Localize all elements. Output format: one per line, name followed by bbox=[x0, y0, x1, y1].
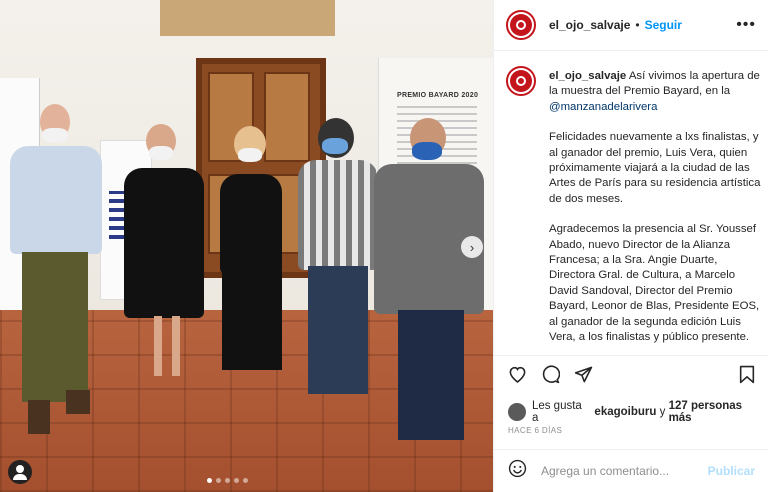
more-options-button[interactable]: ••• bbox=[736, 16, 756, 34]
comment-icon[interactable] bbox=[541, 364, 561, 387]
carousel-dots bbox=[207, 478, 248, 483]
share-icon[interactable] bbox=[574, 365, 593, 387]
post-sidebar: el_ojo_salvaje • Seguir ••• el_ojo_salva… bbox=[493, 0, 768, 492]
bookmark-icon[interactable] bbox=[739, 365, 755, 387]
person-1 bbox=[4, 100, 108, 440]
photo-beam bbox=[160, 0, 335, 36]
post-timestamp[interactable]: HACE 6 DÍAS bbox=[508, 426, 562, 435]
publish-button[interactable]: Publicar bbox=[708, 464, 755, 478]
avatar[interactable] bbox=[506, 10, 536, 40]
likes-summary: Les gusta a ekagoiburu y 127 personas má… bbox=[508, 400, 768, 424]
exhibition-panel-title: PREMIO BAYARD 2020 bbox=[397, 92, 479, 99]
carousel-dot[interactable] bbox=[234, 478, 239, 483]
comment-bar: Agrega un comentario... Publicar bbox=[494, 449, 768, 492]
caption-paragraph-3: Agradecemos la presencia al Sr. Youssef … bbox=[549, 223, 760, 344]
post-actions bbox=[494, 355, 768, 395]
heart-icon[interactable] bbox=[508, 365, 527, 386]
carousel-dot[interactable] bbox=[225, 478, 230, 483]
separator: • bbox=[635, 18, 640, 32]
chevron-right-icon: › bbox=[469, 239, 475, 255]
caption-username[interactable]: el_ojo_salvaje bbox=[549, 70, 626, 82]
carousel-dot[interactable] bbox=[207, 478, 212, 483]
next-photo-button[interactable]: › bbox=[461, 236, 483, 258]
likes-prefix: Les gusta a bbox=[531, 400, 582, 424]
liker-avatar[interactable] bbox=[508, 403, 526, 421]
caption-paragraph-2: Felicidades nuevamente a lxs finalistas,… bbox=[549, 131, 761, 205]
person-2 bbox=[120, 120, 210, 410]
post-header: el_ojo_salvaje • Seguir ••• bbox=[494, 0, 768, 51]
likes-conjunction: y bbox=[659, 406, 666, 418]
comment-input[interactable]: Agrega un comentario... bbox=[541, 464, 669, 478]
caption-mention[interactable]: @manzanadelarivera bbox=[549, 101, 657, 113]
person-4 bbox=[294, 116, 380, 398]
likes-count[interactable]: 127 personas más bbox=[669, 400, 768, 424]
emoji-icon[interactable] bbox=[508, 459, 527, 483]
user-tag-icon[interactable] bbox=[8, 460, 32, 484]
caption-avatar[interactable] bbox=[506, 66, 536, 96]
post-username[interactable]: el_ojo_salvaje bbox=[549, 18, 630, 32]
carousel-dot[interactable] bbox=[243, 478, 248, 483]
person-3 bbox=[212, 122, 292, 400]
liker-username[interactable]: ekagoiburu bbox=[594, 406, 656, 418]
caption-text: el_ojo_salvaje Así vivimos la apertura d… bbox=[549, 69, 761, 361]
person-5 bbox=[372, 116, 488, 456]
post-photo[interactable]: PREMIO BAYARD 2020 › bbox=[0, 0, 493, 492]
carousel-dot[interactable] bbox=[216, 478, 221, 483]
follow-button[interactable]: Seguir bbox=[645, 18, 682, 32]
